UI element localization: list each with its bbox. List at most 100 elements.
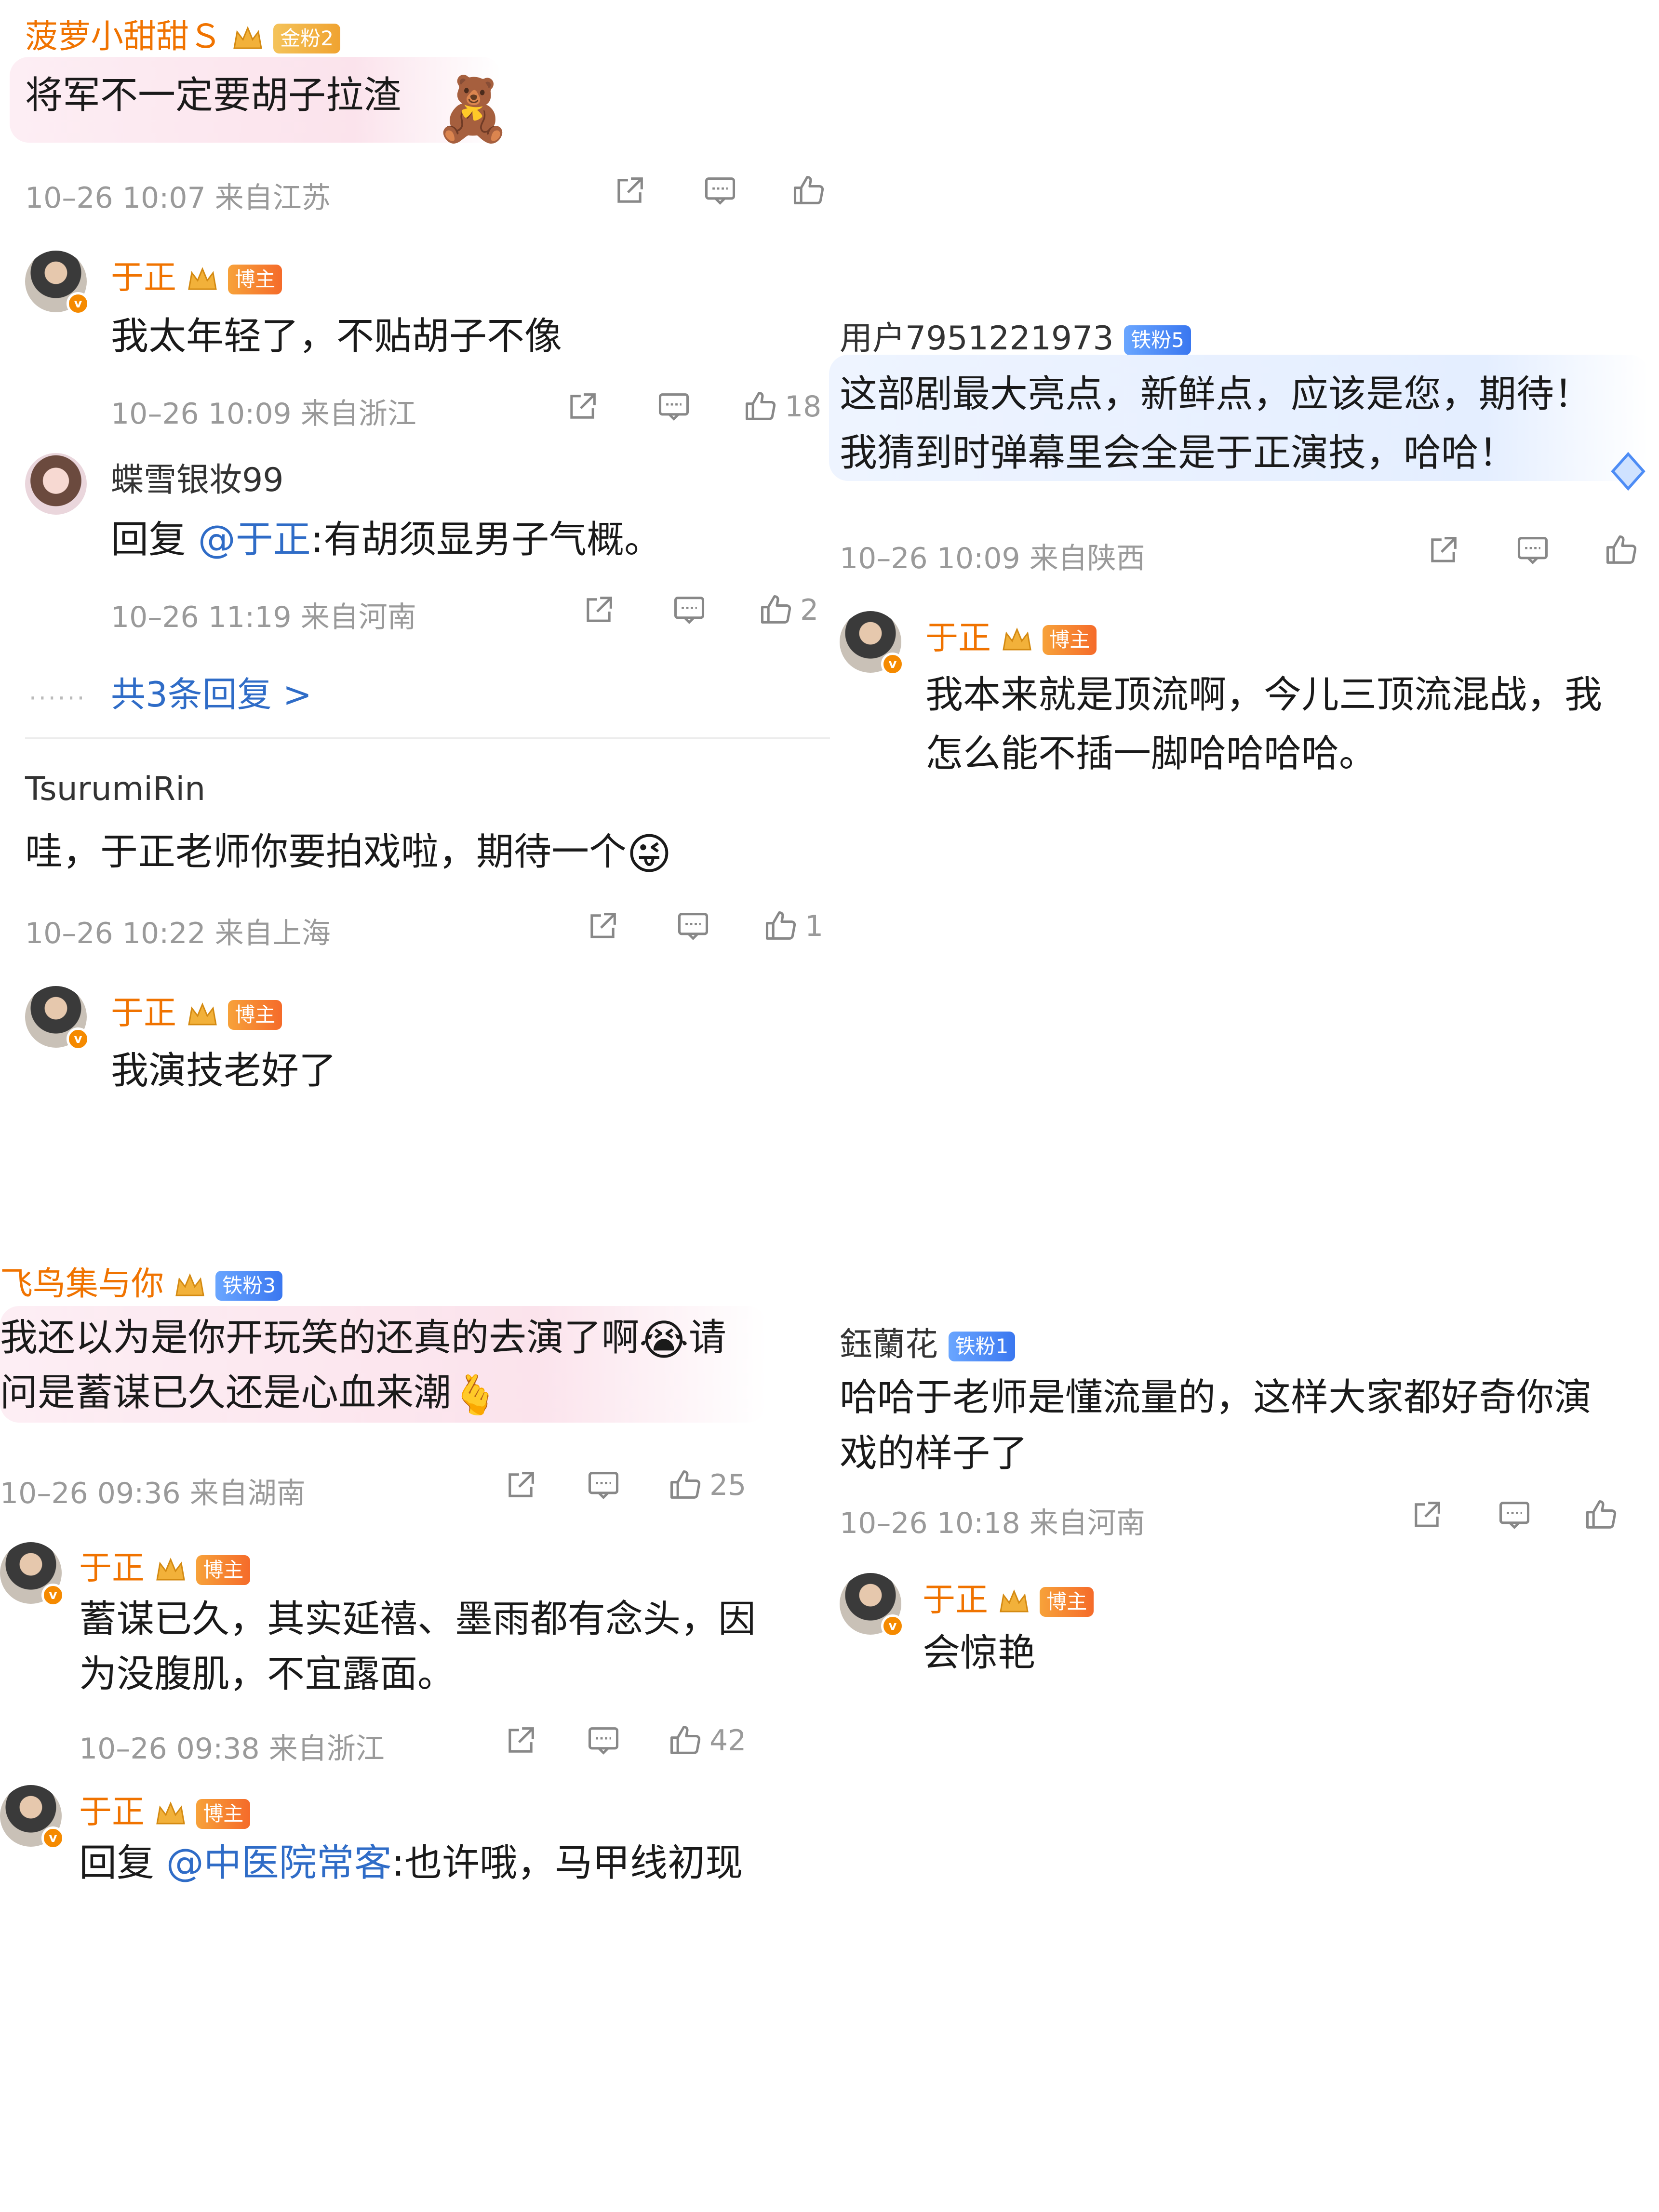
verified-icon: v	[41, 1584, 65, 1607]
avatar[interactable]: v	[25, 986, 90, 1051]
reply-text-line2: 怎么能不插一脚哈哈哈哈。	[925, 732, 1377, 775]
share-button[interactable]	[1408, 1497, 1445, 1533]
reply-username[interactable]: 于正 博主	[79, 1785, 251, 1833]
like-count: 2	[800, 593, 819, 627]
like-count: 1	[805, 909, 824, 943]
reply-username[interactable]: 于正 博主	[79, 1541, 251, 1589]
comment-button[interactable]	[1514, 532, 1551, 569]
share-button[interactable]	[502, 1722, 539, 1759]
share-button[interactable]	[1425, 532, 1461, 569]
share-icon	[1431, 537, 1457, 562]
share-icon	[508, 1727, 534, 1753]
comment-icon	[588, 1727, 619, 1755]
author-badge: 博主	[228, 1000, 282, 1030]
comment-button[interactable]	[585, 1722, 622, 1759]
comment-button[interactable]	[702, 173, 738, 209]
verified-icon: v	[881, 1614, 904, 1638]
like-icon	[1586, 1500, 1617, 1529]
share-icon	[587, 597, 612, 622]
like-button[interactable]	[1603, 532, 1640, 569]
crown-icon	[156, 1558, 185, 1581]
wink-emoji: 😜	[627, 828, 672, 879]
comment-icon	[1499, 1502, 1530, 1529]
comment-icon	[674, 597, 705, 624]
avatar[interactable]: v	[0, 1785, 65, 1850]
share-icon	[508, 1472, 534, 1497]
like-button[interactable]: 42	[667, 1722, 746, 1759]
share-button[interactable]	[584, 908, 621, 945]
mention-link[interactable]: @于正	[198, 518, 311, 561]
like-count: 25	[709, 1468, 747, 1502]
comment5-username[interactable]: 鈺蘭花 铁粉1	[840, 1318, 1016, 1365]
like-button[interactable]	[1583, 1497, 1619, 1533]
comment-icon	[1517, 537, 1548, 564]
share-button[interactable]	[611, 173, 648, 209]
verified-icon: v	[67, 292, 90, 315]
comment4-text-line1: 我还以为是你开玩笑的还真的去演了啊😭请	[0, 1310, 726, 1368]
avatar[interactable]	[25, 453, 87, 515]
like-button[interactable]: 18	[742, 388, 821, 425]
mention-link[interactable]: @中医院常客	[166, 1841, 392, 1885]
reply-text: 我演技老好了	[111, 1049, 337, 1093]
reply-username[interactable]: 于正 博主	[111, 986, 282, 1034]
share-icon	[590, 913, 616, 938]
like-button[interactable]: 25	[667, 1467, 746, 1504]
comment4-username[interactable]: 飞鸟集与你 铁粉3	[0, 1257, 282, 1305]
comment-button[interactable]	[656, 388, 692, 425]
reply-username[interactable]: 于正 博主	[923, 1573, 1094, 1621]
like-button[interactable]	[790, 173, 827, 209]
reply-username[interactable]: 蝶雪银妆99	[111, 453, 284, 501]
comment4-text-line2: 问是蓄谋已久还是心血来潮🫰	[0, 1365, 499, 1423]
like-icon	[745, 391, 776, 420]
avatar[interactable]: v	[25, 251, 90, 315]
crown-icon	[156, 1801, 185, 1825]
reply-text: 我太年轻了，不贴胡子不像	[111, 315, 562, 358]
like-count: 42	[709, 1724, 747, 1758]
like-icon	[1606, 535, 1637, 564]
reply-text-line1: 我本来就是顶流啊，今儿三顶流混战，我	[925, 673, 1603, 717]
reply-username[interactable]: 于正 博主	[925, 611, 1097, 659]
comment1-text: 将军不一定要胡子拉渣	[25, 74, 401, 117]
author-badge: 博主	[1040, 1587, 1094, 1617]
comment3-username[interactable]: 用户7951221973 铁粉5	[840, 311, 1191, 359]
like-icon	[793, 175, 824, 204]
fan-badge: 铁粉1	[948, 1332, 1016, 1362]
crown-icon	[187, 267, 217, 290]
comment1-username[interactable]: 菠萝小甜甜Ｓ 金粉2	[25, 10, 340, 57]
comment-button[interactable]	[1496, 1497, 1533, 1533]
view-more-replies-link[interactable]: 共3条回复 >	[111, 666, 312, 717]
share-button[interactable]	[580, 592, 617, 628]
reply-username[interactable]: 于正 博主	[111, 251, 282, 298]
reply-text: 会惊艳	[923, 1631, 1036, 1675]
comment1-meta: 10–26 10:07 来自江苏	[25, 181, 331, 215]
crown-icon	[233, 26, 262, 49]
comment3-text-line1: 这部剧最大亮点，新鲜点，应该是您，期待！	[840, 373, 1592, 416]
comment2-username[interactable]: TsurumiRin	[25, 770, 205, 808]
avatar[interactable]: v	[840, 1573, 904, 1638]
like-button[interactable]: 2	[758, 592, 818, 628]
comment3-meta: 10–26 10:09 来自陕西	[840, 542, 1145, 575]
comment-icon	[588, 1472, 619, 1499]
reply-meta: 10–26 09:38 来自浙江	[79, 1732, 385, 1766]
divider	[25, 737, 830, 739]
crown-icon	[1002, 627, 1031, 651]
avatar[interactable]: v	[0, 1542, 65, 1607]
reply-text: 回复 @中医院常客:也许哦，马甲线初现	[79, 1841, 743, 1885]
avatar[interactable]: v	[840, 611, 904, 676]
reply-meta: 10–26 11:19 来自河南	[111, 600, 416, 634]
verified-icon: v	[881, 653, 904, 676]
comment-button[interactable]	[585, 1467, 622, 1504]
comment2-text: 哇，于正老师你要拍戏啦，期待一个😜	[25, 824, 672, 882]
author-badge: 博主	[196, 1799, 251, 1829]
comment5-text-line2: 戏的样子了	[840, 1432, 1028, 1475]
comment2-meta: 10–26 10:22 来自上海	[25, 917, 331, 950]
author-badge: 博主	[196, 1555, 251, 1586]
author-badge: 博主	[1043, 625, 1097, 655]
comment-button[interactable]	[675, 908, 711, 945]
share-icon	[570, 393, 596, 419]
comment-button[interactable]	[671, 592, 708, 628]
share-button[interactable]	[564, 388, 601, 425]
reply-text: 回复 @于正:有胡须显男子气概。	[111, 518, 662, 561]
like-button[interactable]: 1	[763, 908, 823, 945]
share-button[interactable]	[502, 1467, 539, 1504]
